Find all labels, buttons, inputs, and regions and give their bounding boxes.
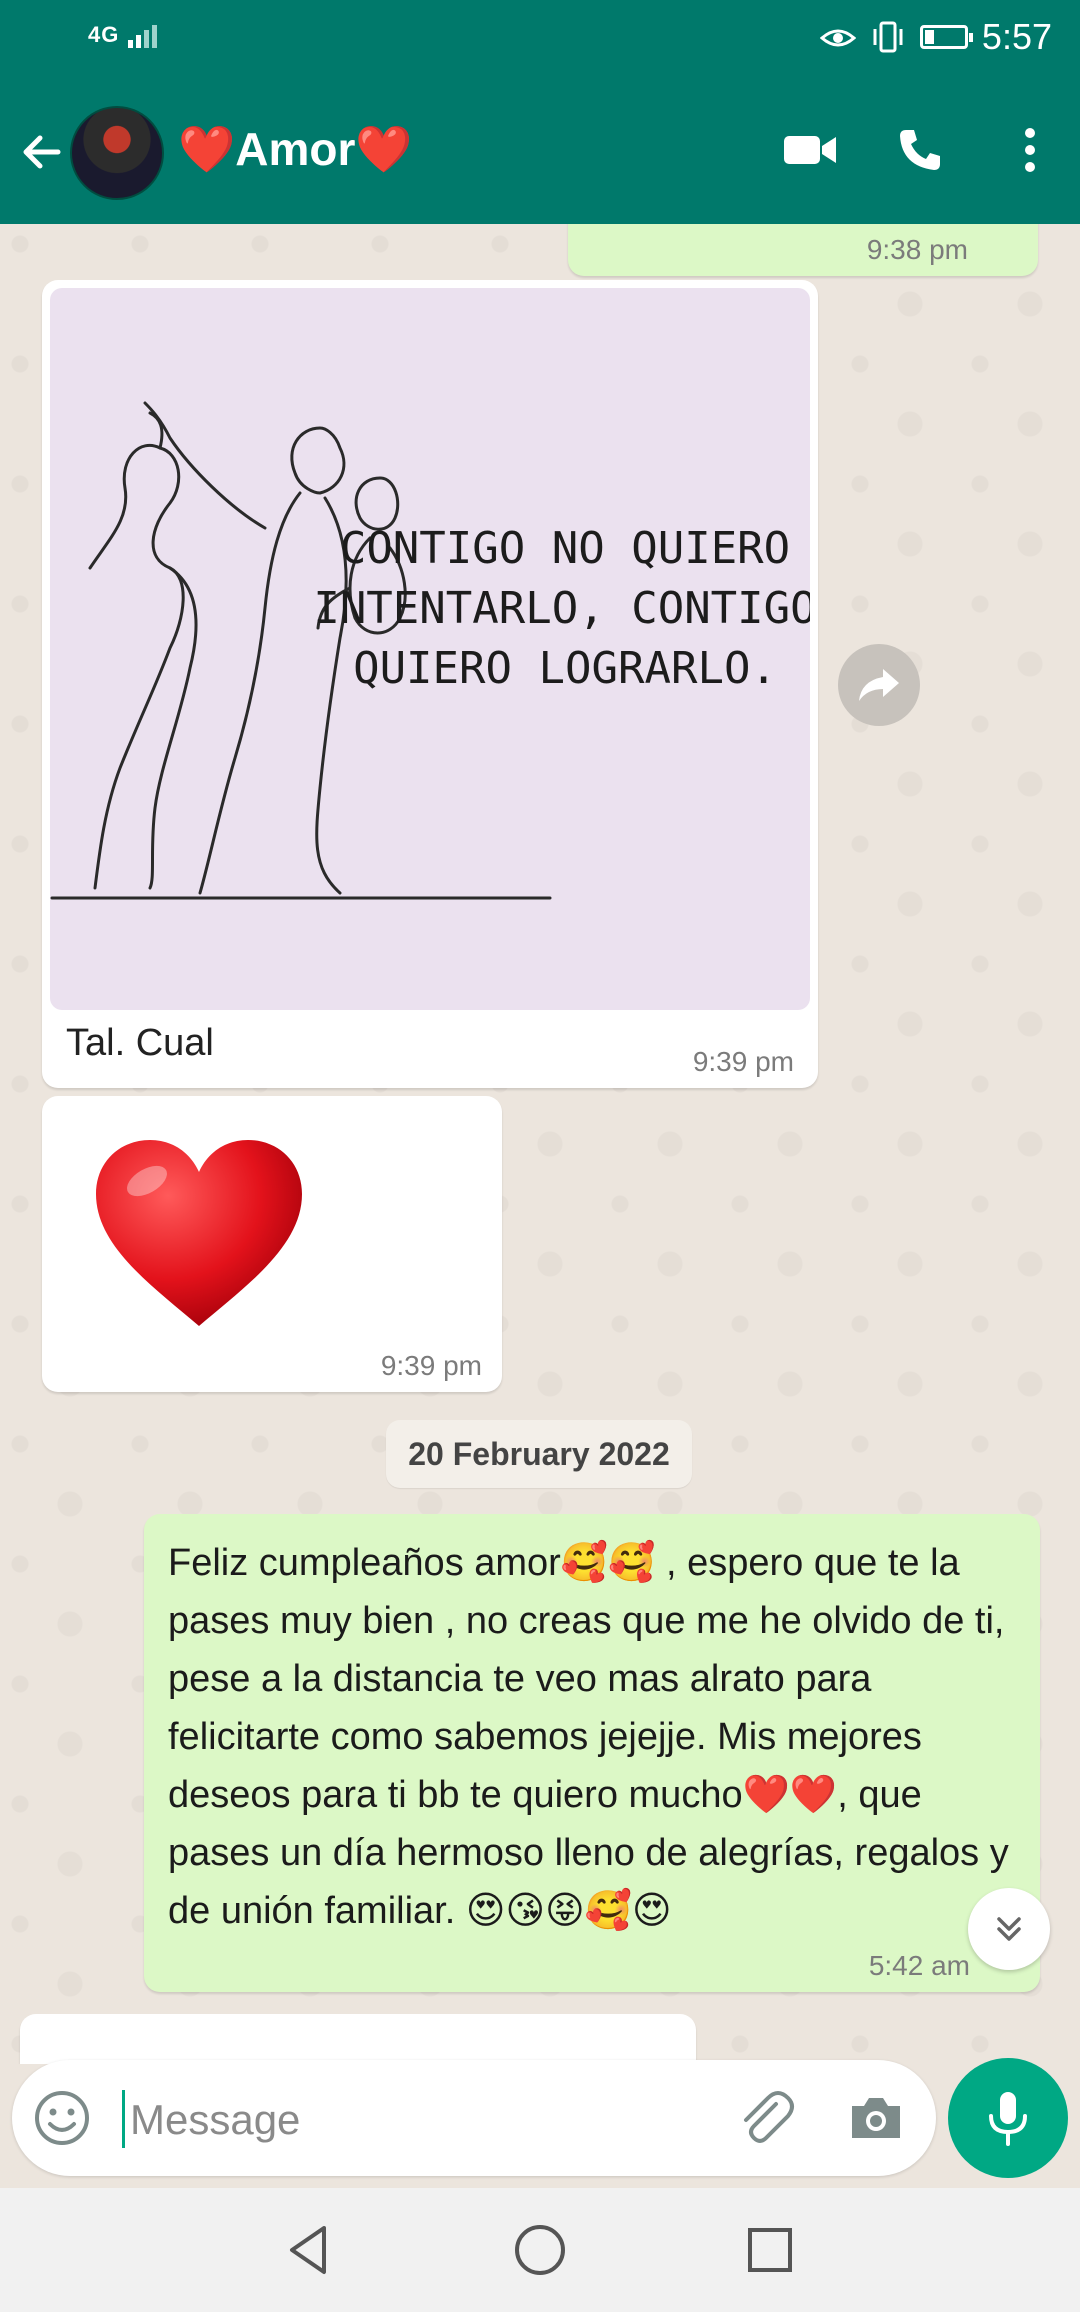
more-options-icon <box>1025 128 1035 172</box>
network-indicator: 4G <box>88 22 160 49</box>
signal-icon <box>128 25 158 49</box>
home-circle-icon[interactable] <box>510 2220 570 2280</box>
message-composer <box>12 2060 936 2176</box>
image-message-bubble[interactable]: CONTIGO NO QUIERO INTENTARLO, CONTIGO QU… <box>42 280 818 1088</box>
network-type: 4G <box>88 22 120 47</box>
battery-level <box>924 30 934 44</box>
voice-call-icon <box>900 130 940 170</box>
video-call-icon <box>784 136 836 164</box>
attach-icon[interactable] <box>732 2084 798 2150</box>
camera-icon[interactable] <box>846 2088 906 2148</box>
image-text-line-2: INTENTARLO, CONTIGO <box>313 583 810 634</box>
message-time: 9:39 pm <box>380 1350 482 1381</box>
message-time: 9:38 pm <box>866 234 968 265</box>
message-bubble-outgoing[interactable]: 9:38 pm <box>568 224 1038 276</box>
contact-name[interactable]: ❤️Amor❤️ <box>178 122 413 177</box>
system-nav-bar <box>0 2188 1080 2312</box>
heart-emoji-icon <box>96 1140 302 1326</box>
status-icons: 5:57 <box>819 16 1052 58</box>
message-time: 5:42 am <box>868 1950 970 1981</box>
more-options-button[interactable] <box>1000 120 1060 180</box>
emoji-icon[interactable] <box>32 2088 92 2148</box>
status-time: 5:57 <box>981 16 1052 57</box>
couple-line-art: CONTIGO NO QUIERO INTENTARLO, CONTIGO QU… <box>50 401 810 900</box>
eye-comfort-icon <box>819 29 856 47</box>
heart-message-bubble[interactable]: 9:39 pm <box>42 1096 502 1392</box>
chat-header: ❤️Amor❤️ <box>0 80 1080 224</box>
message-bubble-incoming[interactable] <box>20 2014 696 2064</box>
header-actions <box>780 120 1060 180</box>
image-text-line-3: QUIERO LOGRARLO. <box>353 643 777 694</box>
recents-square-icon[interactable] <box>740 2220 800 2280</box>
back-arrow-icon[interactable] <box>16 126 68 178</box>
battery-icon <box>919 25 973 49</box>
forward-button[interactable] <box>838 644 920 726</box>
message-time: 9:39 pm <box>692 1046 794 1077</box>
scroll-to-bottom-button[interactable] <box>968 1888 1050 1970</box>
double-chevron-down-icon <box>997 1917 1021 1941</box>
vibrate-icon <box>873 21 903 53</box>
birthday-message-bubble[interactable]: Feliz cumpleaños amor🥰🥰 , espero que te … <box>144 1514 1040 1992</box>
text-cursor <box>122 2090 125 2148</box>
shared-image[interactable]: CONTIGO NO QUIERO INTENTARLO, CONTIGO QU… <box>50 288 810 1010</box>
voice-call-button[interactable] <box>890 120 950 180</box>
mic-icon <box>989 2092 1027 2146</box>
status-bar: 4G 5:57 <box>0 0 1080 80</box>
back-triangle-icon[interactable] <box>280 2220 340 2280</box>
date-separator: 20 February 2022 <box>386 1420 692 1488</box>
image-caption: Tal. Cual <box>66 1022 214 1064</box>
image-text-line-1: CONTIGO NO QUIERO <box>340 523 790 574</box>
mic-button[interactable] <box>948 2058 1068 2178</box>
chat-area[interactable]: 9:38 pm CONTIGO NO QUIERO INTENTARLO, CO… <box>0 224 1080 2064</box>
message-input[interactable] <box>128 2084 712 2156</box>
forward-icon <box>859 669 899 701</box>
contact-avatar[interactable] <box>70 106 164 200</box>
video-call-button[interactable] <box>780 120 840 180</box>
message-text: Feliz cumpleaños amor🥰🥰 , espero que te … <box>168 1542 1009 1932</box>
